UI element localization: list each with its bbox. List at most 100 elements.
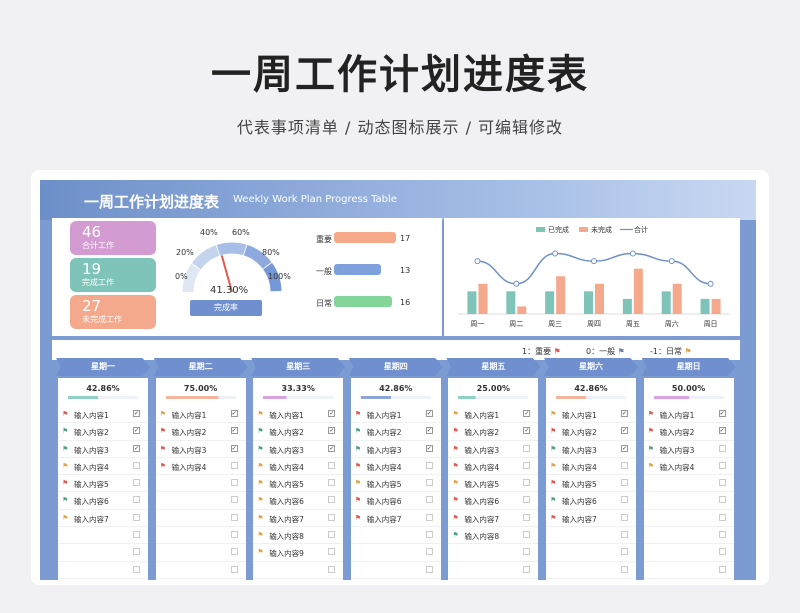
task-checkbox[interactable] (523, 444, 531, 452)
task-checkbox[interactable] (328, 565, 336, 573)
task-text[interactable]: 输入内容3 (660, 445, 695, 456)
task-checkbox[interactable] (523, 531, 531, 539)
task-checkbox[interactable]: ✓ (621, 427, 628, 435)
task-checkbox[interactable]: ✓ (133, 427, 140, 435)
task-checkbox[interactable] (425, 531, 433, 539)
task-checkbox[interactable] (425, 548, 433, 556)
task-checkbox[interactable]: ✓ (425, 427, 433, 435)
task-text[interactable]: 输入内容1 (172, 410, 207, 421)
task-text[interactable]: 输入内容1 (660, 410, 695, 421)
task-checkbox[interactable] (328, 513, 336, 521)
task-checkbox[interactable] (523, 479, 531, 487)
task-checkbox[interactable]: ✓ (230, 444, 238, 452)
task-checkbox[interactable] (328, 479, 336, 487)
task-text[interactable]: 输入内容4 (269, 462, 304, 473)
task-checkbox[interactable] (718, 565, 726, 573)
task-text[interactable]: 输入内容1 (367, 410, 402, 421)
task-text[interactable]: 输入内容5 (367, 479, 402, 490)
task-text[interactable]: 输入内容4 (464, 462, 499, 473)
task-checkbox[interactable]: ✓ (621, 410, 628, 417)
task-text[interactable]: 输入内容4 (562, 462, 597, 473)
task-checkbox[interactable] (621, 461, 628, 469)
task-checkbox[interactable] (523, 513, 531, 521)
task-text[interactable]: 输入内容1 (464, 410, 499, 421)
task-checkbox[interactable] (523, 548, 531, 556)
task-checkbox[interactable] (621, 565, 628, 573)
task-text[interactable]: 输入内容2 (172, 427, 207, 438)
task-text[interactable]: 输入内容3 (464, 445, 499, 456)
task-text[interactable]: 输入内容6 (74, 496, 109, 507)
task-checkbox[interactable] (425, 496, 433, 504)
task-text[interactable]: 输入内容5 (74, 479, 109, 490)
task-checkbox[interactable] (425, 461, 433, 469)
task-checkbox[interactable] (523, 496, 531, 504)
task-checkbox[interactable] (425, 565, 433, 573)
task-text[interactable]: 输入内容4 (74, 462, 109, 473)
task-text[interactable]: 输入内容2 (367, 427, 402, 438)
task-checkbox[interactable] (425, 479, 433, 487)
task-text[interactable]: 输入内容2 (74, 427, 109, 438)
task-checkbox[interactable] (230, 565, 238, 573)
task-checkbox[interactable]: ✓ (621, 444, 628, 452)
task-checkbox[interactable]: ✓ (425, 410, 433, 417)
task-checkbox[interactable] (621, 496, 628, 504)
task-checkbox[interactable] (133, 461, 140, 469)
task-text[interactable]: 输入内容7 (367, 514, 402, 525)
task-checkbox[interactable]: ✓ (328, 444, 336, 452)
task-checkbox[interactable]: ✓ (133, 410, 140, 417)
task-text[interactable]: 输入内容2 (269, 427, 304, 438)
task-text[interactable]: 输入内容3 (367, 445, 402, 456)
task-checkbox[interactable] (230, 496, 238, 504)
task-text[interactable]: 输入内容6 (562, 496, 597, 507)
task-text[interactable]: 输入内容6 (464, 496, 499, 507)
task-checkbox[interactable] (718, 548, 726, 556)
task-checkbox[interactable] (328, 531, 336, 539)
task-text[interactable]: 输入内容2 (562, 427, 597, 438)
task-checkbox[interactable]: ✓ (133, 444, 140, 452)
task-checkbox[interactable] (230, 513, 238, 521)
task-text[interactable]: 输入内容7 (74, 514, 109, 525)
task-checkbox[interactable]: ✓ (328, 410, 336, 417)
task-checkbox[interactable] (621, 548, 628, 556)
task-text[interactable]: 输入内容4 (367, 462, 402, 473)
task-text[interactable]: 输入内容2 (660, 427, 695, 438)
task-text[interactable]: 输入内容9 (269, 548, 304, 559)
task-text[interactable]: 输入内容1 (74, 410, 109, 421)
task-text[interactable]: 输入内容3 (74, 445, 109, 456)
task-text[interactable]: 输入内容1 (269, 410, 304, 421)
task-checkbox[interactable] (425, 513, 433, 521)
task-checkbox[interactable] (133, 565, 140, 573)
task-checkbox[interactable] (718, 496, 726, 504)
task-checkbox[interactable] (718, 479, 726, 487)
task-checkbox[interactable] (133, 531, 140, 539)
task-checkbox[interactable] (621, 479, 628, 487)
task-checkbox[interactable] (328, 461, 336, 469)
task-text[interactable]: 输入内容5 (464, 479, 499, 490)
task-checkbox[interactable]: ✓ (425, 444, 433, 452)
task-checkbox[interactable] (133, 548, 140, 556)
task-text[interactable]: 输入内容7 (464, 514, 499, 525)
task-text[interactable]: 输入内容8 (269, 531, 304, 542)
task-text[interactable]: 输入内容5 (562, 479, 597, 490)
task-checkbox[interactable]: ✓ (718, 410, 726, 417)
task-text[interactable]: 输入内容2 (464, 427, 499, 438)
task-text[interactable]: 输入内容4 (660, 462, 695, 473)
task-text[interactable]: 输入内容3 (269, 445, 304, 456)
task-text[interactable]: 输入内容5 (269, 479, 304, 490)
task-checkbox[interactable]: ✓ (523, 410, 531, 417)
task-text[interactable]: 输入内容3 (172, 445, 207, 456)
task-checkbox[interactable] (328, 496, 336, 504)
task-checkbox[interactable] (230, 461, 238, 469)
task-text[interactable]: 输入内容4 (172, 462, 207, 473)
task-checkbox[interactable] (523, 565, 531, 573)
task-checkbox[interactable]: ✓ (523, 427, 531, 435)
task-text[interactable]: 输入内容6 (269, 496, 304, 507)
task-checkbox[interactable]: ✓ (230, 427, 238, 435)
task-text[interactable]: 输入内容3 (562, 445, 597, 456)
task-text[interactable]: 输入内容7 (562, 514, 597, 525)
task-checkbox[interactable] (230, 479, 238, 487)
task-checkbox[interactable] (133, 496, 140, 504)
task-checkbox[interactable] (718, 513, 726, 521)
task-checkbox[interactable] (230, 531, 238, 539)
task-checkbox[interactable]: ✓ (230, 410, 238, 417)
